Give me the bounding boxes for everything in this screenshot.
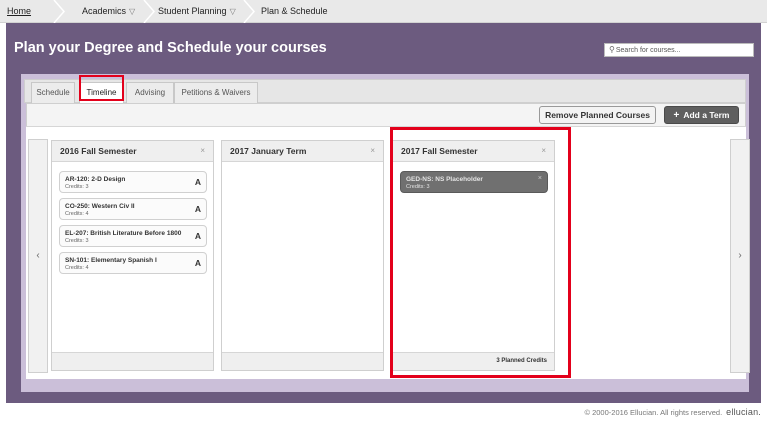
course-card[interactable]: SN-101: Elementary Spanish I Credits: 4 …: [59, 252, 207, 274]
course-grade: A: [194, 258, 201, 268]
plus-icon: +: [673, 110, 680, 121]
breadcrumb-home-link[interactable]: Home: [7, 0, 31, 23]
remove-planned-courses-button[interactable]: Remove Planned Courses: [539, 106, 656, 124]
course-grade: A: [194, 231, 201, 241]
ellucian-logo: ellucian.: [726, 407, 761, 417]
breadcrumb-separator-icon: [242, 0, 256, 23]
close-icon[interactable]: ×: [200, 146, 205, 155]
breadcrumb-current: Plan & Schedule: [261, 6, 328, 16]
breadcrumb-student-planning-label: Student Planning: [158, 6, 227, 16]
term-title: 2017 January Term: [230, 146, 307, 156]
course-credits: Credits: 4: [65, 265, 89, 271]
add-term-button[interactable]: + Add a Term: [664, 106, 739, 124]
course-credits: Credits: 3: [65, 238, 89, 244]
search-icon: ⚲: [609, 45, 615, 54]
course-name: SN-101: Elementary Spanish I: [65, 257, 157, 264]
add-term-label: Add a Term: [683, 110, 730, 120]
term-title: 2016 Fall Semester: [60, 146, 137, 156]
course-card[interactable]: AR-120: 2-D Design Credits: 3 A: [59, 171, 207, 193]
term-header: 2016 Fall Semester ×: [52, 141, 213, 162]
page-title: Plan your Degree and Schedule your cours…: [14, 40, 327, 56]
term-card-2017-january: 2017 January Term ×: [221, 140, 384, 371]
breadcrumb-academics[interactable]: Academics ▽: [82, 0, 135, 23]
term-footer: [52, 352, 213, 370]
course-grade: A: [194, 204, 201, 214]
term-highlight: [390, 127, 571, 378]
copyright-text: © 2000-2016 Ellucian. All rights reserve…: [584, 408, 723, 417]
previous-terms-arrow-icon[interactable]: ‹: [28, 139, 48, 373]
course-name: CO-250: Western Civ II: [65, 203, 135, 210]
breadcrumb-academics-label: Academics: [82, 6, 127, 16]
course-grade: A: [194, 177, 201, 187]
search-placeholder: Search for courses...: [615, 47, 681, 54]
tab-schedule[interactable]: Schedule: [31, 82, 75, 103]
app-root: Home Academics ▽ Student Planning ▽ Plan &…: [0, 0, 767, 422]
tab-advising[interactable]: Advising: [126, 82, 174, 103]
tab-petitions-waivers[interactable]: Petitions & Waivers: [174, 82, 258, 103]
timeline-tab-highlight: [79, 75, 124, 101]
term-card-2016-fall: 2016 Fall Semester × AR-120: 2-D Design …: [51, 140, 214, 371]
course-credits: Credits: 4: [65, 211, 89, 217]
course-card[interactable]: CO-250: Western Civ II Credits: 4 A: [59, 198, 207, 220]
course-credits: Credits: 3: [65, 184, 89, 190]
chevron-down-icon: ▽: [229, 7, 236, 16]
term-header: 2017 January Term ×: [222, 141, 383, 162]
page-footer: © 2000-2016 Ellucian. All rights reserve…: [0, 403, 767, 422]
next-terms-arrow-icon[interactable]: ›: [730, 139, 750, 373]
course-card[interactable]: EL-207: British Literature Before 1800 C…: [59, 225, 207, 247]
chevron-down-icon: ▽: [129, 7, 136, 16]
course-name: EL-207: British Literature Before 1800: [65, 230, 182, 237]
course-name: AR-120: 2-D Design: [65, 176, 126, 183]
close-icon[interactable]: ×: [370, 146, 375, 155]
breadcrumb-separator-icon: [52, 0, 66, 23]
course-search-input[interactable]: ⚲Search for courses...: [604, 43, 754, 57]
breadcrumb-separator-icon: [142, 0, 156, 23]
breadcrumb-student-planning[interactable]: Student Planning ▽: [158, 0, 236, 23]
term-footer: [222, 352, 383, 370]
